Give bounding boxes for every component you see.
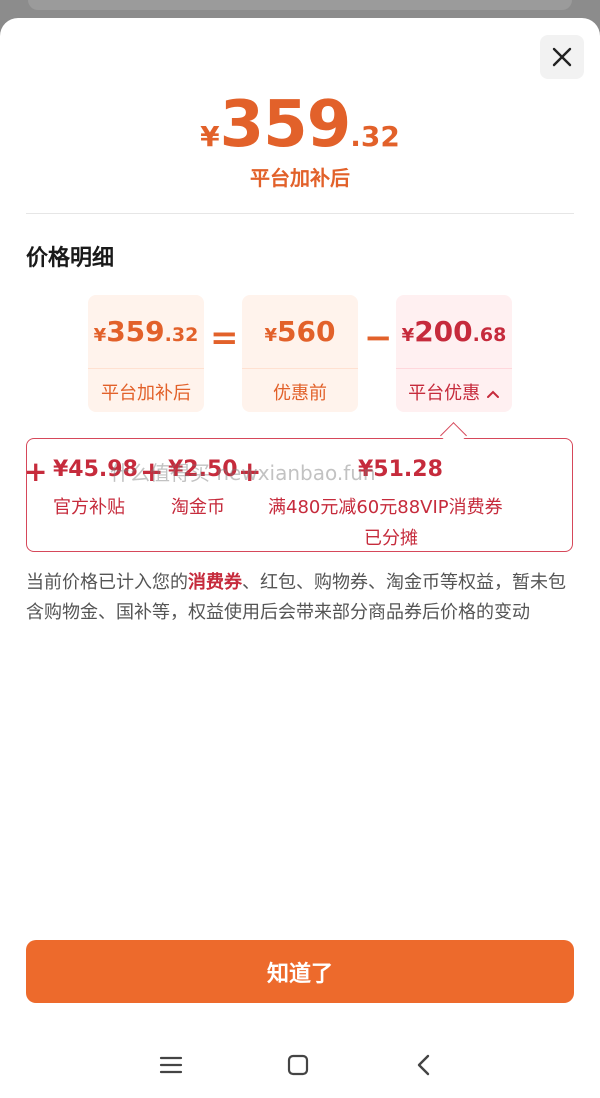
box-decimal: .32 <box>164 324 199 346</box>
breakdown-label-allocated: 已分摊 <box>364 528 418 549</box>
box-integer: 200 <box>414 315 473 348</box>
note-text: 当前价格已计入您的 <box>26 572 188 593</box>
final-price-integer: 359 <box>219 88 352 162</box>
final-price-currency: ¥ <box>200 120 220 153</box>
equals-operator: = <box>210 318 239 358</box>
box-integer: 359 <box>106 315 165 348</box>
close-icon <box>552 47 572 67</box>
dimmed-background <box>0 0 600 20</box>
breakdown-label-official-subsidy: 官方补贴 <box>53 497 125 518</box>
section-title: 价格明细 <box>26 246 115 271</box>
price-note: 当前价格已计入您的消费券、红包、购物券、淘金币等权益，暂未包含购物金、国补等，权… <box>26 568 574 628</box>
price-box-after-subsidy: ¥359.32 平台加补后 <box>88 295 204 412</box>
price-box-original: ¥560 优惠前 <box>242 295 358 412</box>
breakdown-label-voucher: 满480元减60元88VIP消费券 <box>268 497 503 518</box>
divider <box>26 213 574 214</box>
note-highlight: 消费券 <box>188 572 242 593</box>
price-box-platform-discount[interactable]: ¥200.68 平台优惠 <box>396 295 512 412</box>
box-currency: ¥ <box>264 325 278 346</box>
got-it-button[interactable]: 知道了 <box>26 940 574 1003</box>
box-label: 优惠前 <box>273 383 327 404</box>
home-square-icon <box>287 1054 309 1076</box>
final-price-decimal: .32 <box>350 120 400 153</box>
box-label-text: 平台优惠 <box>408 383 481 404</box>
system-nav-bar <box>0 1040 600 1090</box>
box-decimal: .68 <box>472 324 507 346</box>
box-label: 平台加补后 <box>101 383 191 404</box>
final-price-subtitle: 平台加补后 <box>250 166 350 190</box>
close-button[interactable] <box>540 35 584 79</box>
box-label: 平台优惠 <box>396 379 512 405</box>
back-chevron-icon <box>417 1054 430 1076</box>
back-button[interactable] <box>409 1050 439 1080</box>
minus-operator: − <box>364 318 393 358</box>
menu-icon <box>159 1056 183 1074</box>
box-currency: ¥ <box>93 325 107 346</box>
plus-sign: + <box>24 455 48 488</box>
recent-apps-button[interactable] <box>156 1050 186 1080</box>
final-price: ¥359.32 <box>0 88 600 162</box>
chevron-up-icon <box>486 390 499 398</box>
box-integer: 560 <box>277 315 336 348</box>
home-button[interactable] <box>283 1050 313 1080</box>
breakdown-label-coins: 淘金币 <box>171 497 225 518</box>
watermark: 什么值得买 newxianbao.fun <box>110 461 376 485</box>
box-currency: ¥ <box>401 325 415 346</box>
